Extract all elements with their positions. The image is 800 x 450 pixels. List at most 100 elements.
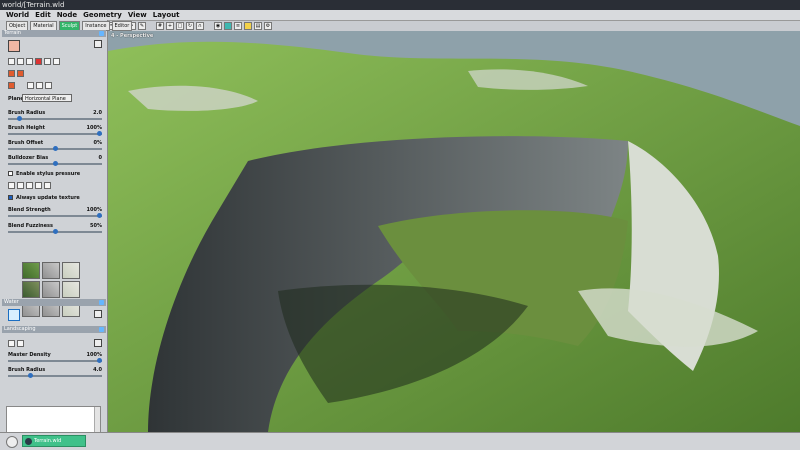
menu-geometry[interactable]: Geometry: [83, 10, 122, 20]
blend-strength-value: 100%: [86, 207, 102, 213]
blend-smooth-icon[interactable]: [26, 182, 33, 189]
brush-radius-label: Brush Radius: [8, 110, 46, 116]
render-icon[interactable]: ▤: [254, 22, 262, 30]
layers-icon[interactable]: ≡: [234, 22, 242, 30]
blend-fuzziness-slider[interactable]: [8, 229, 102, 234]
edit-icon[interactable]: ✎: [138, 22, 146, 30]
texture-swatches: [22, 262, 80, 317]
brush-radius-knob[interactable]: [16, 116, 22, 121]
landscaping-tool-row: [8, 340, 24, 347]
magnet-icon[interactable]: ∩: [196, 22, 204, 30]
stamp-row: [8, 82, 52, 89]
landscaping-copy-icon[interactable]: [94, 339, 102, 347]
terrain-file-icon: [25, 437, 32, 445]
light-icon[interactable]: [244, 22, 252, 30]
brush-radius-slider[interactable]: [8, 116, 102, 121]
blend-fuzziness-value: 50%: [90, 223, 102, 229]
bucket-icon[interactable]: [17, 70, 24, 77]
master-density-slider[interactable]: [8, 358, 102, 363]
raise-icon[interactable]: [8, 58, 15, 65]
landscaping-section-title: Landscaping: [2, 326, 106, 333]
plane-dropdown[interactable]: Horizontal Plane: [22, 94, 72, 102]
brush-height-value: 100%: [86, 125, 102, 131]
blend-fuzziness-knob[interactable]: [52, 229, 58, 234]
blend-strength-label: Blend Strength: [8, 207, 51, 213]
brush-height-slider[interactable]: [8, 131, 102, 136]
brush-offset-value: 0%: [93, 140, 103, 146]
master-density-label: Master Density: [8, 352, 51, 358]
line-tool-icon[interactable]: [27, 82, 34, 89]
grid-icon[interactable]: #: [156, 22, 164, 30]
water-swatch[interactable]: [8, 309, 20, 321]
water-collapse-icon[interactable]: [99, 300, 104, 305]
texture-swatch-light[interactable]: [62, 262, 80, 279]
blend-strength-knob[interactable]: [97, 213, 102, 218]
menu-world[interactable]: World: [6, 10, 29, 20]
landscape-brush-radius-knob[interactable]: [28, 373, 34, 378]
brush-height-knob[interactable]: [97, 131, 102, 136]
lower-icon[interactable]: [17, 58, 24, 65]
move-icon[interactable]: +: [166, 22, 174, 30]
water-copy-icon[interactable]: [94, 310, 102, 318]
terrain-action-row: [8, 70, 24, 77]
always-update-label: Always update texture: [16, 195, 80, 201]
settings-icon[interactable]: ⚙: [264, 22, 272, 30]
taskbar-item-terrain[interactable]: Terrain.wld: [22, 435, 86, 447]
smooth-icon[interactable]: [26, 58, 33, 65]
window-title: world/[Terrain.wld: [2, 1, 65, 9]
scale-icon[interactable]: □: [176, 22, 184, 30]
sharpen-tool-icon[interactable]: [45, 82, 52, 89]
landscape-brush-radius-slider[interactable]: [8, 373, 102, 378]
terrain-brush-swatch[interactable]: [8, 40, 20, 52]
copy-icon[interactable]: [94, 40, 102, 48]
brush-offset-knob[interactable]: [52, 146, 58, 151]
water-title: Water: [4, 299, 19, 305]
plane-value: Horizontal Plane: [25, 96, 66, 102]
erase-scatter-icon[interactable]: [17, 340, 24, 347]
landscape-brush-radius-value: 4.0: [93, 367, 102, 373]
menu-edit[interactable]: Edit: [35, 10, 51, 20]
menu-node[interactable]: Node: [57, 10, 77, 20]
master-density-knob[interactable]: [97, 358, 102, 363]
camera-icon[interactable]: ◉: [214, 22, 222, 30]
bulldozer-bias-knob[interactable]: [52, 161, 58, 166]
brush-radius-value: 2.0: [93, 110, 102, 116]
start-button[interactable]: [6, 436, 18, 448]
blend-strength-slider[interactable]: [8, 213, 102, 218]
stamp-icon[interactable]: [8, 82, 15, 89]
fade-tool-icon[interactable]: [36, 82, 43, 89]
stylus-pressure-checkbox[interactable]: [8, 171, 13, 176]
taskbar-item-label: Terrain.wld: [34, 438, 62, 444]
texture-swatch-moss[interactable]: [22, 281, 40, 298]
menu-view[interactable]: View: [128, 10, 147, 20]
texture-swatch-light-2[interactable]: [62, 281, 80, 298]
brush-icon[interactable]: [53, 58, 60, 65]
bulldozer-bias-slider[interactable]: [8, 161, 102, 166]
fill-icon[interactable]: [8, 70, 15, 77]
texture-swatch-rock[interactable]: [42, 262, 60, 279]
master-density-value: 100%: [86, 352, 102, 358]
window-title-bar: world/[Terrain.wld: [0, 0, 800, 10]
terrain-section-title: Terrain: [2, 30, 106, 37]
tab-editor[interactable]: Editor: [111, 21, 133, 31]
always-update-checkbox[interactable]: [8, 195, 13, 200]
blend-lower-icon[interactable]: [17, 182, 24, 189]
paint-icon[interactable]: [35, 58, 42, 65]
blend-noise-icon[interactable]: [35, 182, 42, 189]
blend-raise-icon[interactable]: [8, 182, 15, 189]
terrain-collapse-icon[interactable]: [99, 31, 104, 36]
eraser-icon[interactable]: [44, 58, 51, 65]
texture-swatch-rock-2[interactable]: [42, 281, 60, 298]
menu-layout[interactable]: Layout: [153, 10, 180, 20]
landscaping-collapse-icon[interactable]: [99, 327, 104, 332]
scatter-icon[interactable]: [8, 340, 15, 347]
3d-viewport[interactable]: 4 - Perspective: [108, 31, 800, 432]
texture-swatch-grass[interactable]: [22, 262, 40, 279]
stylus-pressure-label: Enable stylus pressure: [16, 171, 81, 177]
blend-paint-icon[interactable]: [44, 182, 51, 189]
brush-offset-slider[interactable]: [8, 146, 102, 151]
terrain-icon[interactable]: [224, 22, 232, 30]
rotate-icon[interactable]: ↻: [186, 22, 194, 30]
blend-mode-row: [8, 182, 51, 189]
terrain-title: Terrain: [4, 30, 21, 36]
